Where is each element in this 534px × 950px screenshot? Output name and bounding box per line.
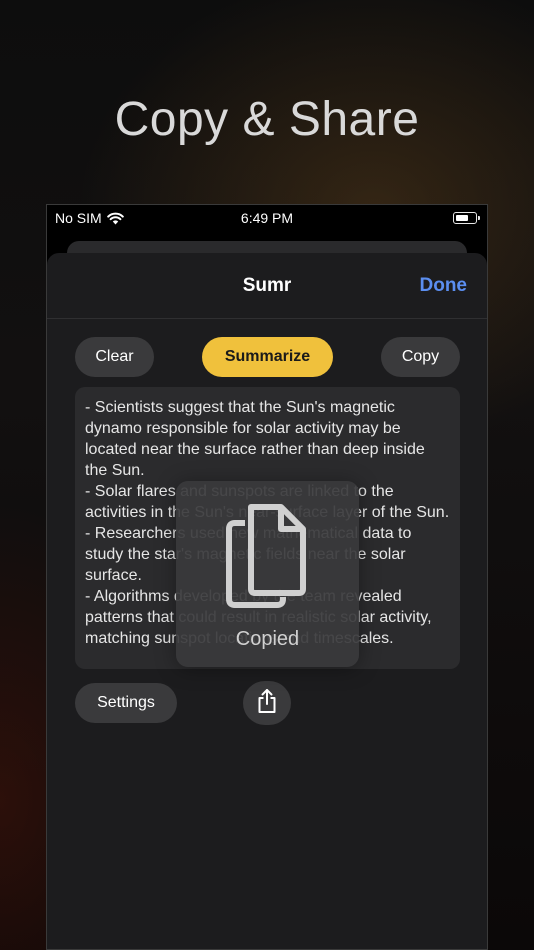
clear-button[interactable]: Clear: [75, 337, 154, 377]
documents-icon: [223, 501, 313, 616]
copied-toast: Copied: [176, 481, 359, 667]
summarize-button[interactable]: Summarize: [202, 337, 333, 377]
share-button[interactable]: [243, 681, 291, 725]
hero-title: Copy & Share: [114, 93, 420, 146]
phone-screen: No SIM 6:49 PM Sumr Done Clear Summarize…: [46, 204, 488, 950]
share-icon: [256, 688, 278, 719]
status-bar: No SIM 6:49 PM: [47, 205, 487, 231]
copy-button[interactable]: Copy: [381, 337, 460, 377]
status-time: 6:49 PM: [240, 210, 294, 226]
settings-button[interactable]: Settings: [75, 683, 177, 723]
battery-icon: [453, 212, 480, 224]
done-button[interactable]: Done: [420, 275, 468, 297]
toast-label: Copied: [235, 628, 300, 650]
sumr-sheet: Sumr Done Clear Summarize Copy - Scienti…: [47, 253, 487, 949]
navigation-bar: Sumr Done: [47, 253, 487, 319]
